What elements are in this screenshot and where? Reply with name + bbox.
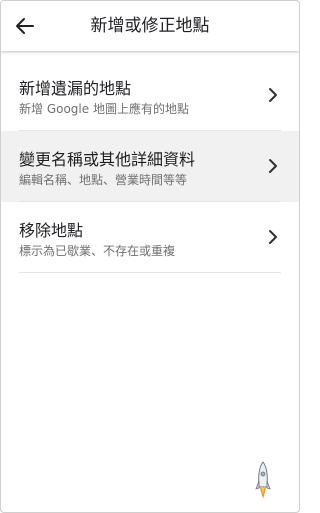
item-subtitle: 標示為已歇業、不存在或重複 (19, 244, 176, 258)
back-button[interactable] (13, 14, 37, 38)
edit-details-item[interactable]: 變更名稱或其他詳細資料 編輯名稱、地點、營業時間等等 (1, 131, 299, 202)
rocket-icon (255, 461, 271, 499)
page-title: 新增或修正地點 (90, 16, 210, 36)
item-title: 移除地點 (19, 221, 84, 240)
add-missing-place-item[interactable]: 新增遺漏的地點 新增 Google 地圖上應有的地點 (1, 60, 299, 131)
item-title: 變更名稱或其他詳細資料 (19, 150, 196, 169)
screen: 新增或修正地點 新增遺漏的地點 新增 Google 地圖上應有的地點 變更名稱或… (0, 0, 300, 513)
item-title: 新增遺漏的地點 (19, 79, 132, 98)
arrow-left-icon (16, 18, 34, 34)
item-subtitle: 編輯名稱、地點、營業時間等等 (19, 173, 188, 187)
chevron-right-icon (269, 230, 277, 244)
chevron-right-icon (269, 88, 277, 102)
item-subtitle: 新增 Google 地圖上應有的地點 (19, 102, 189, 116)
divider (19, 272, 281, 273)
chevron-right-icon (269, 159, 277, 173)
remove-place-item[interactable]: 移除地點 標示為已歇業、不存在或重複 (1, 202, 299, 273)
app-bar: 新增或修正地點 (1, 1, 299, 51)
option-list: 新增遺漏的地點 新增 Google 地圖上應有的地點 變更名稱或其他詳細資料 編… (1, 60, 299, 273)
